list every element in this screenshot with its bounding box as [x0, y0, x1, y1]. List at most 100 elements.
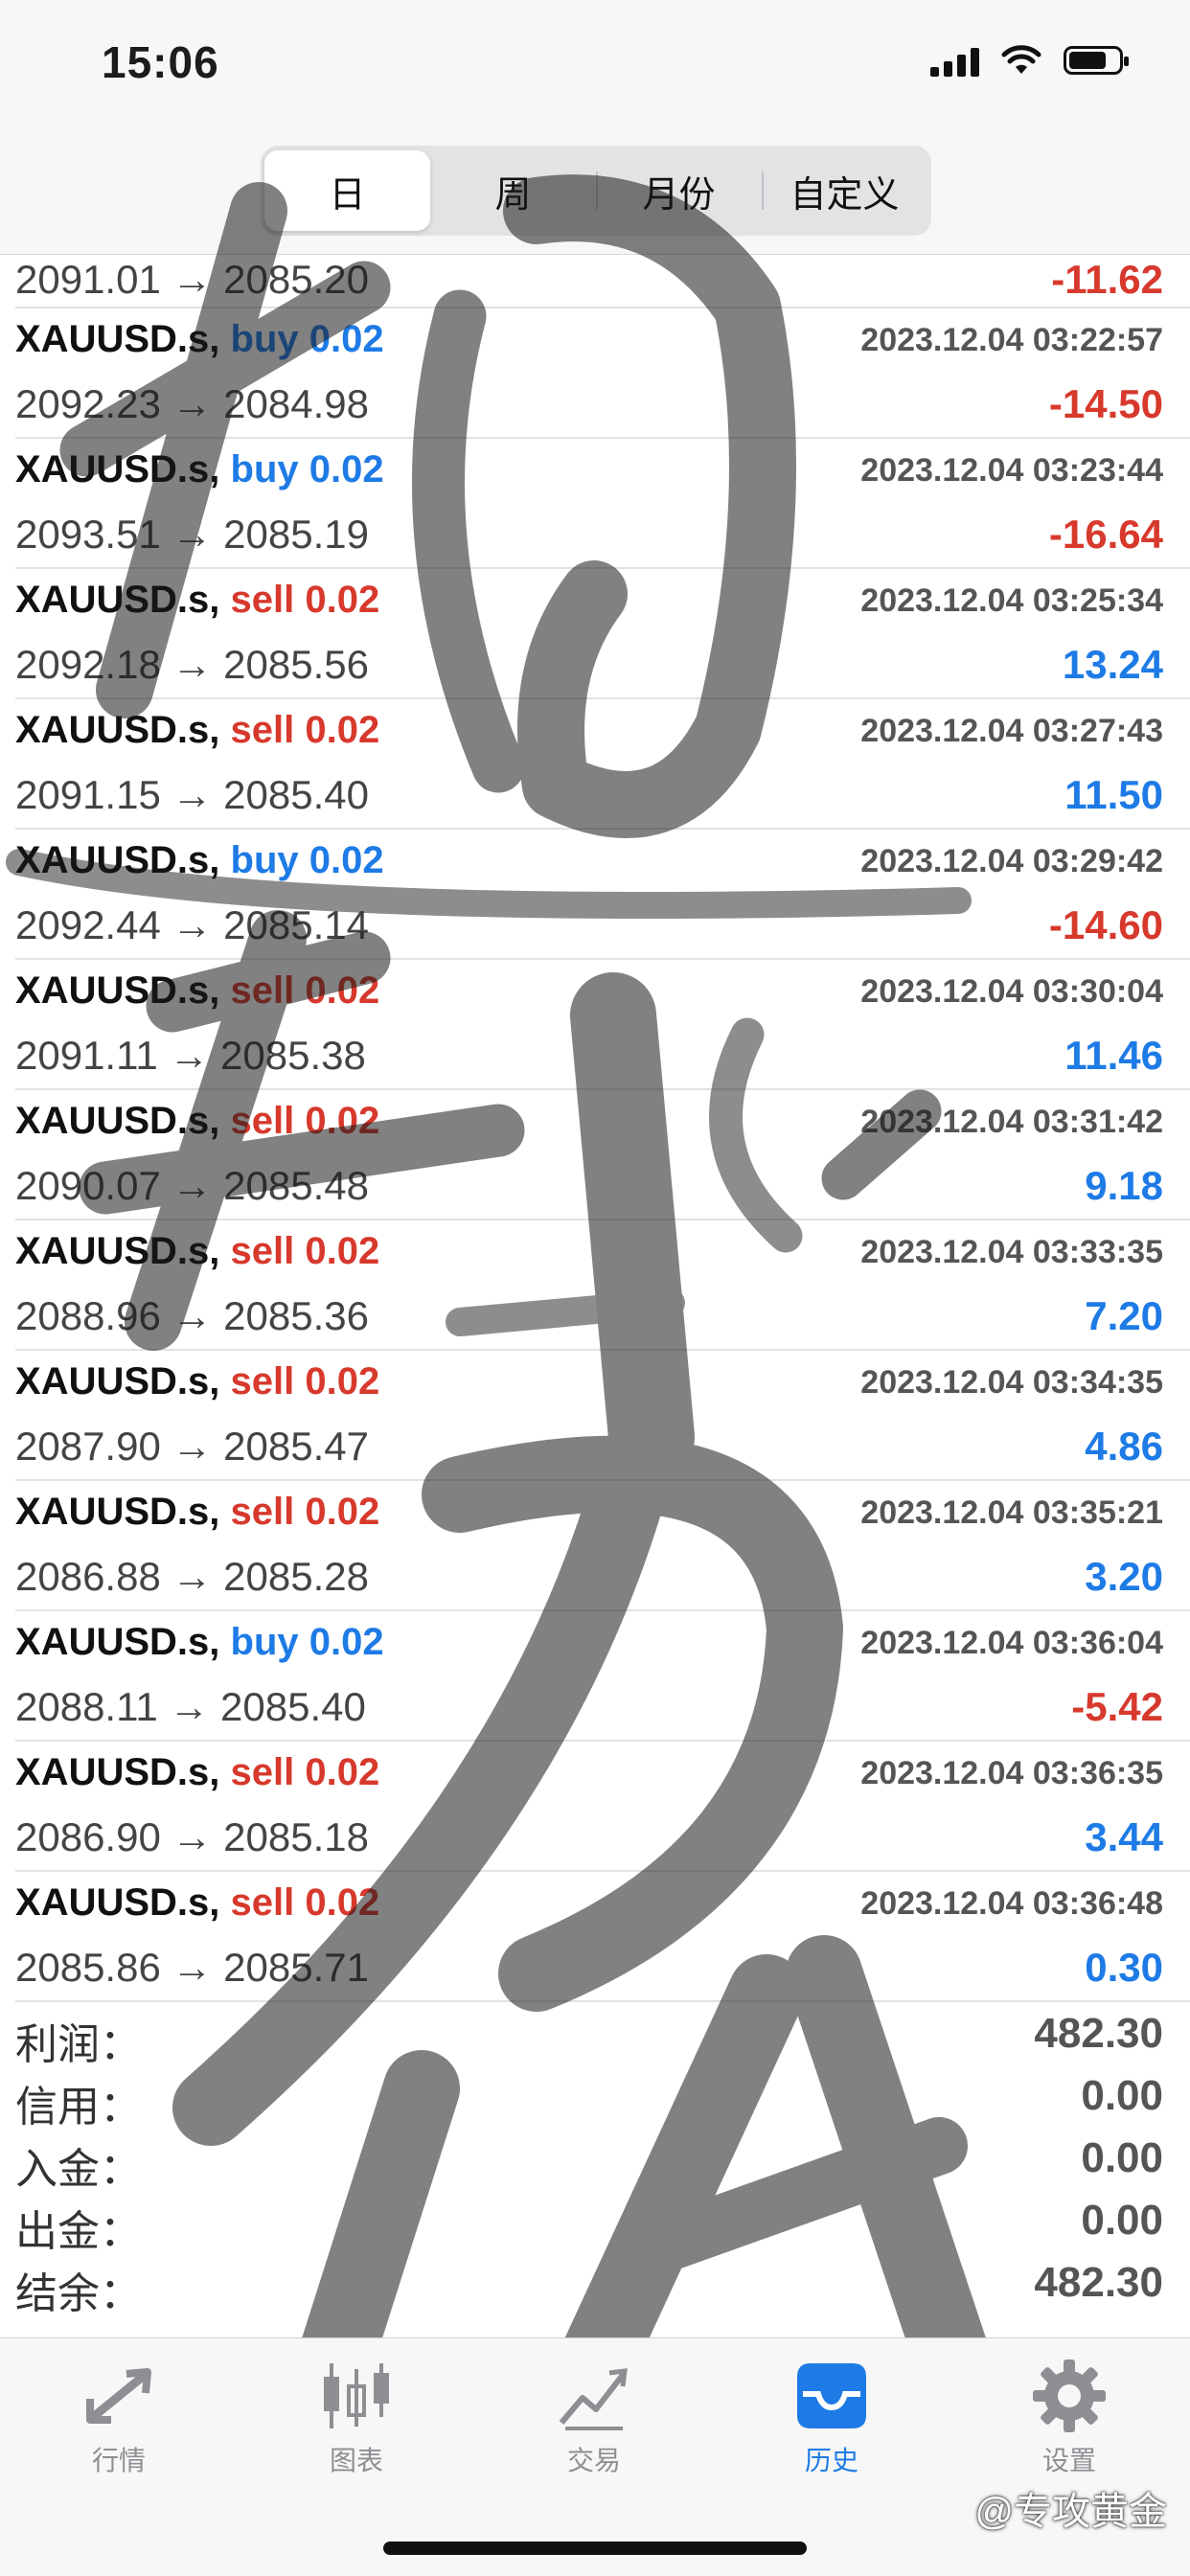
period-segmented-control: 日 周 月份 自定义 [261, 146, 931, 236]
trade-symbol: XAUUSD.s, [15, 318, 220, 360]
trade-symbol: XAUUSD.s, [15, 1100, 220, 1142]
tab-label: 历史 [804, 2446, 858, 2475]
summary-label: 信用： [15, 2084, 142, 2131]
trade-profit: -16.64 [1048, 512, 1163, 557]
trade-time: 2023.12.04 03:36:35 [860, 1755, 1163, 1791]
trade-prices: 2090.07 → 2085.48 [15, 1163, 369, 1208]
summary-credit: 信用： 0.00 [15, 2064, 1163, 2131]
trade-title: XAUUSD.s, sell 0.02 [15, 1751, 379, 1794]
trade-row[interactable]: XAUUSD.s, sell 0.02 2023.12.04 03:36:48 20… [15, 1872, 1190, 2002]
trade-profit: 11.46 [1064, 1033, 1163, 1078]
trade-time: 2023.12.04 03:25:34 [860, 582, 1163, 619]
trade-side: sell 0.02 [230, 579, 380, 621]
battery-icon [1064, 46, 1129, 75]
summary-withdrawal: 出金： 0.00 [15, 2189, 1163, 2255]
history-header: 日 周 月份 自定义 [0, 134, 1190, 255]
trade-row[interactable]: XAUUSD.s, buy 0.02 2023.12.04 03:36:04 208… [15, 1611, 1190, 1742]
tab-charts[interactable]: 图表 [280, 2358, 433, 2478]
trade-symbol: XAUUSD.s, [15, 1751, 220, 1793]
trade-time: 2023.12.04 03:31:42 [860, 1104, 1163, 1140]
trade-row[interactable]: XAUUSD.s, buy 0.02 2023.12.04 03:23:44 209… [15, 439, 1190, 569]
trade-profit: 0.30 [1085, 1945, 1163, 1990]
trade-side: buy 0.02 [230, 448, 384, 490]
trade-row[interactable]: XAUUSD.s, buy 0.02 2023.12.04 03:22:57 209… [15, 308, 1190, 439]
trade-time: 2023.12.04 03:36:04 [860, 1625, 1163, 1661]
trade-row[interactable]: XAUUSD.s, sell 0.02 2023.12.04 03:34:35 20… [15, 1351, 1190, 1481]
trade-title: XAUUSD.s, sell 0.02 [15, 1491, 379, 1534]
trade-row[interactable]: XAUUSD.s, sell 0.02 2023.12.04 03:35:21 20… [15, 1481, 1190, 1611]
trade-time: 2023.12.04 03:29:42 [860, 843, 1163, 879]
tab-history[interactable]: 历史 [755, 2358, 908, 2478]
tab-label: 图表 [329, 2446, 383, 2475]
trade-row[interactable]: XAUUSD.s, sell 0.02 2023.12.04 03:25:34 20… [15, 569, 1190, 699]
trade-row[interactable]: XAUUSD.s, sell 0.02 2023.12.04 03:36:35 20… [15, 1742, 1190, 1872]
trade-time: 2023.12.04 03:30:04 [860, 973, 1163, 1010]
trade-time: 2023.12.04 03:34:35 [860, 1364, 1163, 1401]
trade-title: XAUUSD.s, sell 0.02 [15, 969, 379, 1013]
trade-side: buy 0.02 [230, 1621, 384, 1663]
trade-symbol: XAUUSD.s, [15, 1621, 220, 1663]
trade-profit: -5.42 [1071, 1684, 1163, 1729]
tab-quotes[interactable]: 行情 [42, 2358, 195, 2478]
period-tab-custom[interactable]: 自定义 [762, 150, 927, 231]
trade-title: XAUUSD.s, buy 0.02 [15, 448, 384, 491]
quotes-arrows-icon [86, 2368, 151, 2424]
trade-title: XAUUSD.s, sell 0.02 [15, 1100, 379, 1143]
trade-prices: 2091.01 → 2085.20 [15, 257, 369, 302]
trade-time: 2023.12.04 03:35:21 [860, 1494, 1163, 1531]
wifi-icon [1001, 45, 1041, 74]
tab-trade[interactable]: 交易 [517, 2358, 671, 2478]
trade-prices: 2085.86 → 2085.71 [15, 1945, 369, 1990]
summary-label: 结余： [15, 2270, 142, 2317]
trade-title: XAUUSD.s, sell 0.02 [15, 1360, 379, 1403]
summary-value: 482.30 [1034, 2010, 1163, 2057]
trade-row-partial[interactable]: 2091.01 → 2085.20 -11.62 [15, 254, 1190, 308]
trade-time: 2023.12.04 03:22:57 [860, 322, 1163, 358]
trade-side: buy 0.02 [230, 839, 384, 881]
summary-balance: 结余： 482.30 [15, 2251, 1163, 2317]
trade-prices: 2092.44 → 2085.14 [15, 902, 369, 947]
trade-row[interactable]: XAUUSD.s, sell 0.02 2023.12.04 03:31:42 20… [15, 1090, 1190, 1220]
status-bar: 15:06 [0, 0, 1190, 134]
trade-symbol: XAUUSD.s, [15, 1881, 220, 1924]
tab-settings[interactable]: 设置 [993, 2358, 1146, 2478]
trade-side: sell 0.02 [230, 969, 380, 1012]
period-tab-day[interactable]: 日 [264, 150, 430, 231]
trade-profit: -11.62 [1051, 257, 1163, 302]
trade-side: sell 0.02 [230, 1491, 380, 1533]
trade-prices: 2091.15 → 2085.40 [15, 772, 369, 817]
trade-side: sell 0.02 [230, 1100, 380, 1142]
trade-title: XAUUSD.s, sell 0.02 [15, 709, 379, 752]
trade-row[interactable]: XAUUSD.s, sell 0.02 2023.12.04 03:30:04 20… [15, 960, 1190, 1090]
trade-title: XAUUSD.s, sell 0.02 [15, 579, 379, 622]
trade-title: XAUUSD.s, buy 0.02 [15, 1621, 384, 1664]
trade-symbol: XAUUSD.s, [15, 839, 220, 881]
summary-label: 出金： [15, 2208, 142, 2255]
trade-title: XAUUSD.s, buy 0.02 [15, 318, 384, 361]
trade-symbol: XAUUSD.s, [15, 969, 220, 1012]
trade-side: buy 0.02 [230, 318, 384, 360]
cellular-signal-icon [930, 44, 979, 77]
trade-chart-icon [559, 2368, 628, 2430]
trade-title: XAUUSD.s, sell 0.02 [15, 1230, 379, 1273]
period-tab-month[interactable]: 月份 [596, 150, 762, 231]
trade-row[interactable]: XAUUSD.s, buy 0.02 2023.12.04 03:29:42 209… [15, 830, 1190, 960]
trade-row[interactable]: XAUUSD.s, sell 0.02 2023.12.04 03:27:43 20… [15, 699, 1190, 830]
summary-value: 0.00 [1081, 2134, 1163, 2181]
trade-symbol: XAUUSD.s, [15, 1491, 220, 1533]
trade-title: XAUUSD.s, sell 0.02 [15, 1881, 379, 1925]
trade-side: sell 0.02 [230, 1751, 380, 1793]
trade-time: 2023.12.04 03:36:48 [860, 1885, 1163, 1922]
trade-prices: 2086.90 → 2085.18 [15, 1814, 369, 1859]
trade-profit: 11.50 [1064, 772, 1163, 817]
trade-profit: 4.86 [1085, 1424, 1163, 1469]
period-tab-week[interactable]: 周 [430, 150, 596, 231]
status-time: 15:06 [102, 37, 219, 87]
trade-profit: -14.50 [1048, 381, 1163, 426]
trade-prices: 2088.96 → 2085.36 [15, 1293, 369, 1338]
trade-row[interactable]: XAUUSD.s, sell 0.02 2023.12.04 03:33:35 20… [15, 1220, 1190, 1351]
trade-prices: 2092.18 → 2085.56 [15, 642, 369, 687]
trade-history-list: 2091.01 → 2085.20 -11.62 XAUUSD.s, buy 0… [0, 254, 1190, 2002]
summary-profit: 利润： 482.30 [15, 2002, 1163, 2068]
trade-prices: 2087.90 → 2085.47 [15, 1424, 369, 1469]
